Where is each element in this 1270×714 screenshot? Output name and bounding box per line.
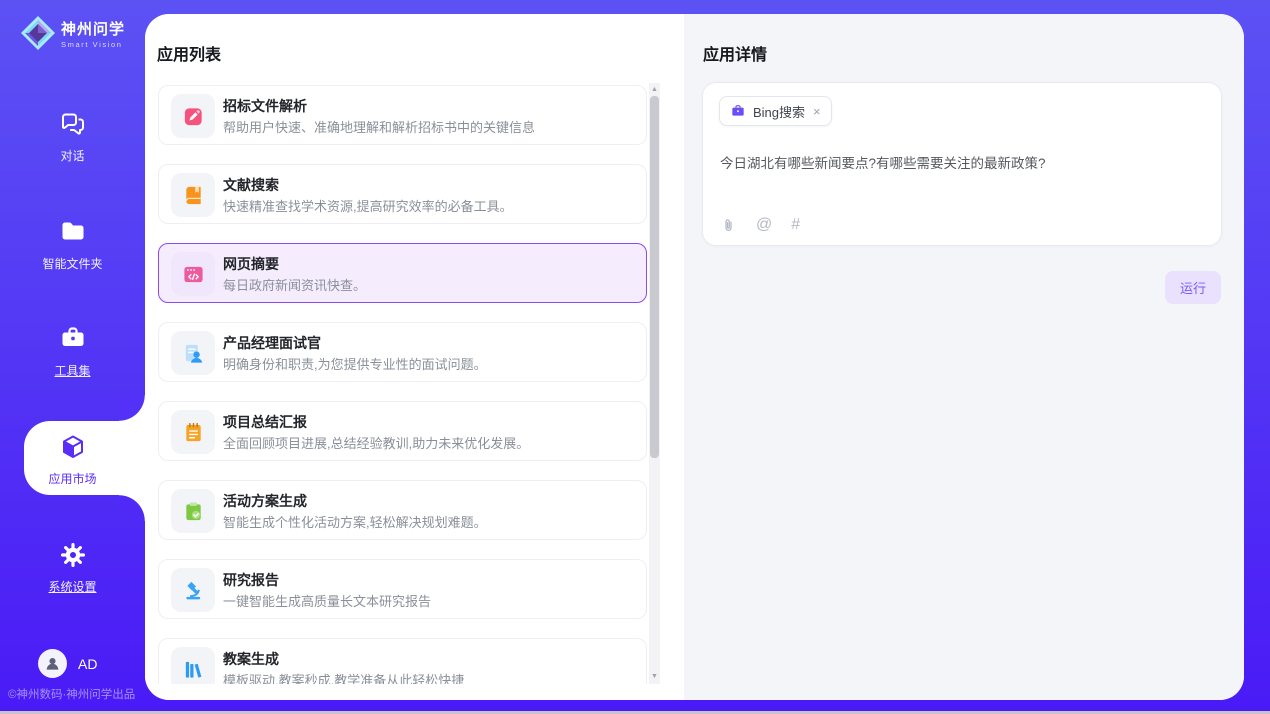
app-card[interactable]: 研究报告 一键智能生成高质量长文本研究报告 bbox=[158, 559, 647, 619]
app-card-description: 全面回顾项目进展,总结经验教训,助力未来优化发展。 bbox=[223, 433, 529, 452]
app-card[interactable]: 网页摘要 每日政府新闻资讯快查。 bbox=[158, 243, 647, 303]
sidebar-item-label: 智能文件夹 bbox=[0, 255, 145, 272]
app-card-description: 智能生成个性化活动方案,轻松解决规划难题。 bbox=[223, 512, 487, 531]
app-list-title: 应用列表 bbox=[157, 41, 221, 65]
app-card[interactable]: 产品经理面试官 明确身份和职责,为您提供专业性的面试问题。 bbox=[158, 322, 647, 382]
sidebar-item-toolkit[interactable]: 工具集 bbox=[0, 325, 145, 379]
tool-tag-label: Bing搜索 bbox=[753, 102, 805, 121]
app-card[interactable]: 文献搜索 快速精准查找学术资源,提高研究效率的必备工具。 bbox=[158, 164, 647, 224]
chat-icon bbox=[59, 110, 87, 138]
folder-icon bbox=[59, 218, 87, 246]
app-detail-title: 应用详情 bbox=[703, 41, 767, 65]
sidebar-item-label: 应用市场 bbox=[0, 470, 145, 487]
tool-tag-bing-search[interactable]: Bing搜索 × bbox=[719, 96, 832, 126]
app-list-panel: 应用列表 招标文件解析 帮助用户快速、准确地理解和解析招标书中的关键信息 文献搜… bbox=[145, 14, 684, 700]
app-card-title: 招标文件解析 bbox=[223, 96, 307, 116]
active-tab-curve-bottom bbox=[119, 495, 145, 521]
literature-book-icon bbox=[171, 173, 215, 217]
cube-icon bbox=[59, 433, 87, 461]
app-card[interactable]: 招标文件解析 帮助用户快速、准确地理解和解析招标书中的关键信息 bbox=[158, 85, 647, 145]
sidebar-item-label: 系统设置 bbox=[0, 578, 145, 595]
main-content: 应用列表 招标文件解析 帮助用户快速、准确地理解和解析招标书中的关键信息 文献搜… bbox=[145, 14, 1244, 700]
app-card-title: 项目总结汇报 bbox=[223, 412, 307, 432]
sidebar-item-app-market[interactable]: 应用市场 bbox=[0, 433, 145, 487]
active-tab-curve-top bbox=[119, 395, 145, 421]
app-card-title: 研究报告 bbox=[223, 570, 279, 590]
app-card[interactable]: 教案生成 模板驱动,教案秒成,教学准备从此轻松快捷 bbox=[158, 638, 647, 684]
person-icon bbox=[44, 655, 61, 672]
app-list: 招标文件解析 帮助用户快速、准确地理解和解析招标书中的关键信息 文献搜索 快速精… bbox=[145, 83, 684, 684]
app-card[interactable]: 活动方案生成 智能生成个性化活动方案,轻松解决规划难题。 bbox=[158, 480, 647, 540]
scroll-down-arrow-icon[interactable]: ▼ bbox=[649, 671, 660, 683]
app-card-description: 帮助用户快速、准确地理解和解析招标书中的关键信息 bbox=[223, 117, 535, 136]
scroll-up-arrow-icon[interactable]: ▲ bbox=[649, 84, 660, 96]
user-name: AD bbox=[78, 656, 97, 672]
sidebar-item-label: 工具集 bbox=[0, 362, 145, 379]
sidebar-item-smart-folder[interactable]: 智能文件夹 bbox=[0, 218, 145, 272]
brand-name: 神州问学 bbox=[61, 18, 125, 39]
app-card-title: 网页摘要 bbox=[223, 254, 279, 274]
app-card-title: 文献搜索 bbox=[223, 175, 279, 195]
user-row[interactable]: AD bbox=[38, 649, 97, 678]
sidebar-item-chat[interactable]: 对话 bbox=[0, 110, 145, 164]
sidebar-footer: ©神州数码·神州问学出品 bbox=[8, 686, 145, 702]
avatar bbox=[38, 649, 67, 678]
briefcase-icon bbox=[730, 103, 746, 119]
app-card-description: 明确身份和职责,为您提供专业性的面试问题。 bbox=[223, 354, 487, 373]
app-card-title: 教案生成 bbox=[223, 649, 279, 669]
app-card-description: 模板驱动,教案秒成,教学准备从此轻松快捷 bbox=[223, 670, 464, 684]
run-button[interactable]: 运行 bbox=[1165, 271, 1221, 304]
input-toolbar: @ # bbox=[720, 216, 800, 234]
notepad-icon bbox=[171, 410, 215, 454]
web-browser-icon bbox=[171, 252, 215, 296]
app-detail-panel: 应用详情 Bing搜索 × 今日湖北有哪些新闻要点?有哪些需要关注的最新政策? bbox=[684, 14, 1244, 700]
tool-tag-close-icon[interactable]: × bbox=[813, 105, 821, 118]
app-card-title: 产品经理面试官 bbox=[223, 333, 321, 353]
brand-logo-icon bbox=[18, 13, 58, 53]
app-card[interactable]: 项目总结汇报 全面回顾项目进展,总结经验教训,助力未来优化发展。 bbox=[158, 401, 647, 461]
query-input[interactable]: 今日湖北有哪些新闻要点?有哪些需要关注的最新政策? bbox=[720, 152, 1200, 172]
sidebar-item-label: 对话 bbox=[0, 147, 145, 164]
gear-icon bbox=[59, 541, 87, 569]
query-card: Bing搜索 × 今日湖北有哪些新闻要点?有哪些需要关注的最新政策? @ # bbox=[702, 82, 1222, 246]
brand: 神州问学 Smart Vision bbox=[18, 13, 125, 53]
sidebar: 神州问学 Smart Vision 对话 智能文件夹 工具集 应用市场 系统设置… bbox=[0, 0, 145, 714]
scrollbar-thumb[interactable] bbox=[650, 96, 659, 458]
topic-hash-icon[interactable]: # bbox=[791, 216, 800, 234]
app-card-description: 一键智能生成高质量长文本研究报告 bbox=[223, 591, 431, 610]
mention-icon[interactable]: @ bbox=[756, 216, 772, 234]
toolbox-icon bbox=[59, 325, 87, 353]
books-icon bbox=[171, 647, 215, 684]
app-card-description: 快速精准查找学术资源,提高研究效率的必备工具。 bbox=[223, 196, 513, 215]
brand-subtitle: Smart Vision bbox=[61, 40, 125, 49]
paperclip-icon[interactable] bbox=[720, 217, 737, 234]
app-card-title: 活动方案生成 bbox=[223, 491, 307, 511]
clipboard-check-icon bbox=[171, 489, 215, 533]
app-card-description: 每日政府新闻资讯快查。 bbox=[223, 275, 366, 294]
scrollbar[interactable]: ▲ ▼ bbox=[649, 83, 660, 684]
interviewer-icon bbox=[171, 331, 215, 375]
bid-document-icon bbox=[171, 94, 215, 138]
microscope-icon bbox=[171, 568, 215, 612]
sidebar-item-settings[interactable]: 系统设置 bbox=[0, 541, 145, 595]
